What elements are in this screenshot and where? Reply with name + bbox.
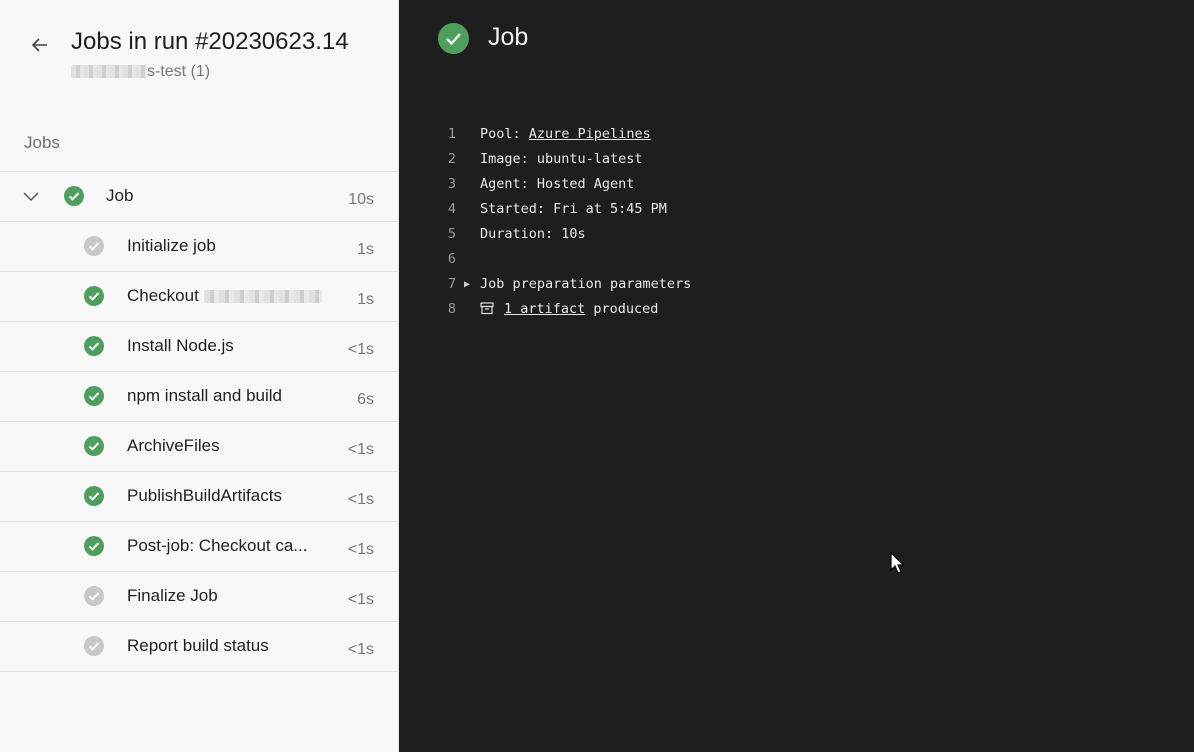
step-label: PublishBuildArtifacts [127, 486, 282, 505]
log-text: Duration: 10s [480, 226, 586, 242]
line-number: 4 [447, 201, 456, 217]
mouse-cursor-icon [890, 552, 904, 574]
step-label: Checkout [127, 286, 322, 306]
success-icon [84, 436, 104, 456]
line-number: 7 [447, 276, 456, 292]
log-link[interactable]: 1 artifact [504, 301, 585, 317]
log-text[interactable]: Job preparation parameters [480, 272, 691, 297]
job-row[interactable]: Job 10s [0, 171, 398, 221]
skipped-icon [84, 236, 104, 256]
log-text: Agent: Hosted Agent [480, 176, 635, 192]
jobs-heading: Jobs [24, 133, 60, 152]
job-label: Job [106, 186, 134, 205]
log-text: Pool: Azure Pipelines [480, 126, 651, 142]
line-number: 8 [447, 301, 456, 317]
line-number: 3 [447, 176, 456, 192]
step-label: Report build status [127, 636, 269, 655]
step-row[interactable]: Report build status <1s [0, 621, 398, 671]
step-duration: <1s [347, 491, 374, 508]
redacted-text [71, 65, 147, 79]
success-icon [438, 23, 469, 54]
archive-icon [480, 302, 494, 315]
jobs-panel: Jobs in run #20230623.14 s-test (1) Jobs… [0, 0, 399, 752]
line-number: 1 [447, 126, 456, 142]
line-number: 2 [447, 151, 456, 167]
success-icon [64, 186, 84, 206]
step-row[interactable]: ArchiveFiles <1s [0, 421, 398, 471]
step-row[interactable]: Finalize Job <1s [0, 571, 398, 621]
step-label: Finalize Job [127, 586, 218, 605]
step-row[interactable]: Initialize job 1s [0, 221, 398, 271]
step-label: Post-job: Checkout ca... [127, 536, 308, 555]
success-icon [84, 336, 104, 356]
arrow-left-icon[interactable] [29, 34, 51, 56]
step-duration: 6s [357, 391, 374, 408]
chevron-down-icon[interactable] [22, 188, 40, 206]
step-row[interactable]: Checkout 1s [0, 271, 398, 321]
step-row[interactable]: Install Node.js <1s [0, 321, 398, 371]
step-duration: <1s [347, 541, 374, 558]
page-title: Jobs in run #20230623.14 [71, 28, 349, 55]
job-title: Job [488, 23, 529, 51]
row-divider [0, 671, 398, 672]
expand-triangle-icon[interactable]: ▶ [464, 272, 470, 297]
step-row[interactable]: PublishBuildArtifacts <1s [0, 471, 398, 521]
page-subtitle: s-test (1) [71, 63, 210, 81]
line-number: 6 [447, 251, 456, 267]
step-label: npm install and build [127, 386, 282, 405]
step-duration: 1s [357, 291, 374, 308]
success-icon [84, 486, 104, 506]
step-duration: 1s [357, 241, 374, 258]
log-text: 1 artifact produced [480, 297, 658, 322]
step-duration: <1s [347, 441, 374, 458]
log-link[interactable]: Azure Pipelines [529, 126, 651, 142]
redacted-text [203, 290, 322, 304]
line-number: 5 [447, 226, 456, 242]
success-icon [84, 386, 104, 406]
step-duration: <1s [347, 591, 374, 608]
success-icon [84, 536, 104, 556]
step-label: Install Node.js [127, 336, 234, 355]
step-label: Initialize job [127, 236, 216, 255]
skipped-icon [84, 636, 104, 656]
log-text: Started: Fri at 5:45 PM [480, 201, 667, 217]
step-row[interactable]: Post-job: Checkout ca... <1s [0, 521, 398, 571]
step-row[interactable]: npm install and build 6s [0, 371, 398, 421]
job-duration: 10s [348, 191, 374, 208]
step-duration: <1s [347, 341, 374, 358]
success-icon [84, 286, 104, 306]
step-label: ArchiveFiles [127, 436, 220, 455]
step-duration: <1s [347, 641, 374, 658]
skipped-icon [84, 586, 104, 606]
log-text: Image: ubuntu-latest [480, 151, 643, 167]
